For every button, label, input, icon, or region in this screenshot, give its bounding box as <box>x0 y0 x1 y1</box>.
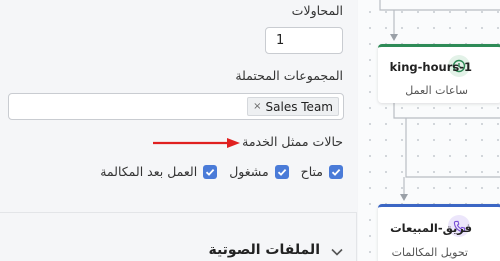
chevron-down-icon[interactable] <box>331 248 343 256</box>
group-tag-label: Sales Team <box>265 99 333 114</box>
group-tag: × Sales Team <box>247 97 339 116</box>
node-subtitle: تحويل المكالمات <box>391 246 468 259</box>
state-after-call-work-label: العمل بعد المكالمة <box>100 164 198 179</box>
node-subtitle: ساعات العمل <box>405 84 468 97</box>
attempts-input[interactable]: 1 <box>265 27 343 54</box>
flow-node-working-hours[interactable]: king-hours-1 ساعات العمل <box>378 44 500 103</box>
groups-multiselect[interactable]: × Sales Team <box>8 93 344 120</box>
checkbox-checked-icon[interactable] <box>203 164 218 179</box>
state-available-label: متاح <box>300 164 323 179</box>
state-available-checkbox[interactable]: متاح <box>301 164 343 179</box>
settings-panel: المحاولات 1 المجموعات المحتملة × Sales T… <box>0 0 357 261</box>
state-busy-label: مشغول <box>229 164 269 179</box>
attempts-label: المحاولات <box>291 3 343 18</box>
state-busy-checkbox[interactable]: مشغول <box>229 164 289 179</box>
checkbox-checked-icon[interactable] <box>274 164 289 179</box>
voice-files-section[interactable]: الملفات الصوتية <box>0 230 357 261</box>
node-title: king-hours-1 <box>389 60 472 74</box>
agent-states-label: حالات ممثل الخدمة <box>242 134 343 149</box>
agent-states-list: متاح مشغول العمل بعد المكالمة <box>100 164 343 179</box>
queue-settings-section: المحاولات 1 المجموعات المحتملة × Sales T… <box>0 0 357 213</box>
annotation-arrow <box>153 138 240 148</box>
node-title: فريق-المبيعات <box>390 221 472 235</box>
voice-files-title: الملفات الصوتية <box>208 242 320 258</box>
remove-tag-icon[interactable]: × <box>253 101 261 112</box>
groups-label: المجموعات المحتملة <box>235 68 343 83</box>
checkbox-checked-icon[interactable] <box>329 164 343 179</box>
flow-node-sales-team[interactable]: فريق-المبيعات تحويل المكالمات <box>378 204 500 261</box>
state-after-call-work-checkbox[interactable]: العمل بعد المكالمة <box>100 164 218 179</box>
flow-canvas[interactable]: king-hours-1 ساعات العمل فريق-المبيعات ت… <box>358 0 500 261</box>
